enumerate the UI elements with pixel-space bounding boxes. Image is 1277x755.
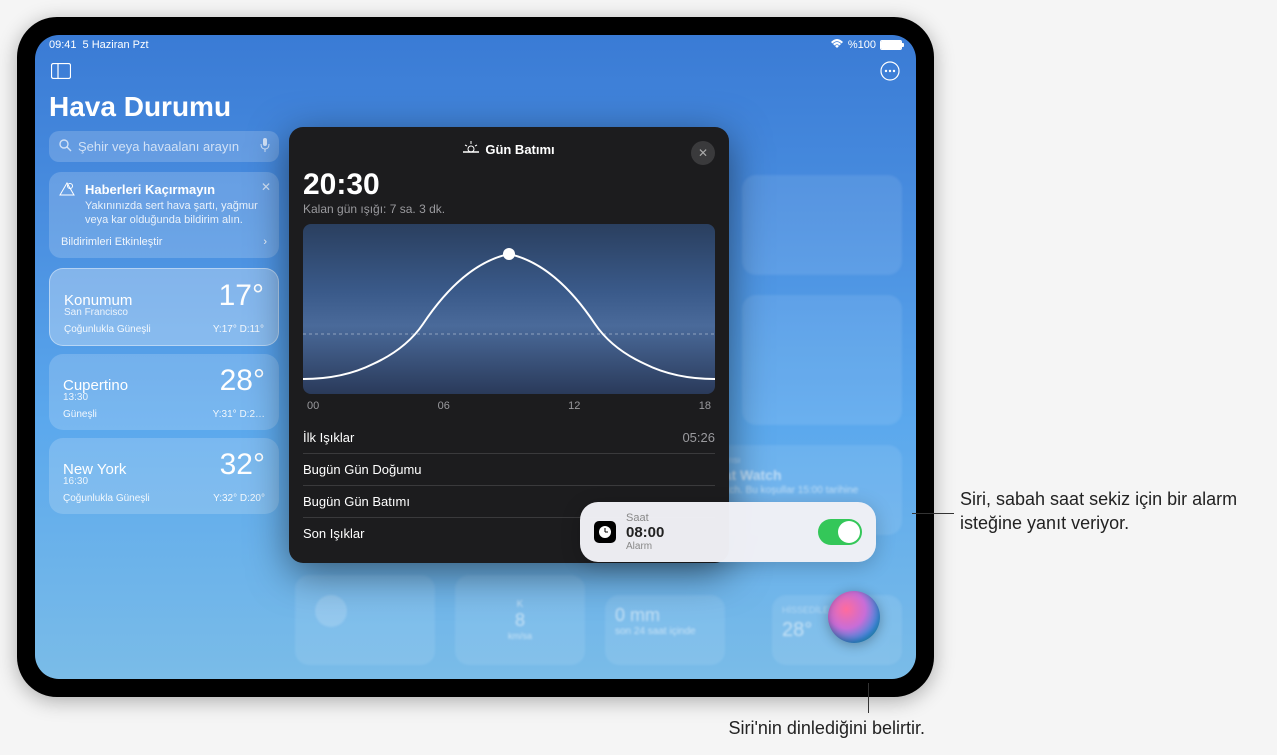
location-condition: Çoğunlukla Güneşli (63, 493, 150, 504)
screen: 09:41 5 Haziran Pzt %100 Hava Durumu (35, 35, 916, 679)
status-bar: 09:41 5 Haziran Pzt %100 (35, 35, 916, 55)
chart-widget (742, 295, 902, 425)
wind-widget: K 8 km/sa (455, 575, 585, 665)
search-bar[interactable] (49, 131, 279, 162)
news-body: Yakınınızda sert hava şartı, yağmur veya… (61, 199, 267, 228)
alarm-time: 08:00 (626, 524, 808, 541)
alarm-toggle[interactable] (818, 519, 862, 545)
location-sub: San Francisco (64, 307, 132, 318)
modal-title: Gün Batımı (463, 141, 554, 158)
precip-widget: 0 mm son 24 saat içinde (605, 595, 725, 665)
status-time: 09:41 (49, 39, 77, 51)
sunset-modal: Gün Batımı ✕ 20:30 Kalan gün ışığı: 7 sa… (289, 127, 729, 563)
location-range: Y:32° D:20° (213, 493, 265, 504)
location-temp: 17° (219, 279, 264, 313)
mic-icon[interactable] (260, 138, 270, 155)
location-card[interactable]: Cupertino 13:30 28° Güneşli Y:31° D:2… (49, 354, 279, 430)
close-icon[interactable]: ✕ (261, 180, 271, 194)
sunset-icon (463, 141, 479, 158)
siri-orb[interactable] (828, 591, 880, 643)
modal-close-button[interactable]: ✕ (691, 141, 715, 165)
search-input[interactable] (78, 139, 254, 154)
wifi-icon (830, 39, 844, 52)
news-title: Haberleri Kaçırmayın (61, 182, 267, 197)
location-condition: Güneşli (63, 409, 97, 420)
alarm-label: Alarm (626, 541, 808, 552)
status-date: 5 Haziran Pzt (83, 39, 149, 51)
info-row: Bugün Gün Doğumu (303, 454, 715, 486)
battery-text: %100 (848, 39, 876, 51)
location-sub: 13:30 (63, 392, 128, 403)
location-condition: Çoğunlukla Güneşli (64, 324, 151, 335)
siri-app-name: Saat (626, 512, 808, 524)
chart-x-labels: 00 06 12 18 (303, 398, 715, 422)
location-sub: 16:30 (63, 476, 126, 487)
info-row: İlk Işıklar 05:26 (303, 422, 715, 454)
location-temp: 28° (220, 364, 265, 398)
news-link[interactable]: Bildirimleri Etkinleştir › (61, 236, 267, 248)
clock-app-icon (594, 521, 616, 543)
sidebar: Hava Durumu ✕ Haberleri Kaçırmayın Yakın… (49, 91, 279, 522)
battery-icon (880, 40, 902, 50)
sunset-time: 20:30 (303, 168, 715, 202)
location-card[interactable]: Konumum San Francisco 17° Çoğunlukla Gün… (49, 268, 279, 346)
callout-line (868, 683, 869, 713)
sidebar-toggle-icon[interactable] (49, 59, 73, 83)
location-card[interactable]: New York 16:30 32° Çoğunlukla Güneşli Y:… (49, 438, 279, 514)
sun-curve-chart (303, 224, 715, 394)
location-range: Y:31° D:2… (213, 409, 265, 420)
chevron-right-icon: › (263, 236, 267, 248)
news-card[interactable]: ✕ Haberleri Kaçırmayın Yakınınızda sert … (49, 172, 279, 258)
more-icon[interactable] (878, 59, 902, 83)
moon-widget (295, 575, 435, 665)
toolbar (49, 59, 902, 83)
callout-siri: Siri'nin dinlediğini belirtir. (495, 716, 925, 740)
callout-line (912, 513, 954, 514)
location-temp: 32° (220, 448, 265, 482)
callout-alarm: Siri, sabah saat sekiz için bir alarm is… (960, 487, 1260, 536)
map-widget (742, 175, 902, 275)
search-icon (59, 139, 72, 155)
location-range: Y:17° D:11° (213, 324, 264, 335)
remaining-daylight: Kalan gün ışığı: 7 sa. 3 dk. (303, 202, 715, 216)
app-title: Hava Durumu (49, 91, 279, 123)
ipad-frame: 09:41 5 Haziran Pzt %100 Hava Durumu (17, 17, 934, 697)
siri-alarm-card[interactable]: Saat 08:00 Alarm (580, 502, 876, 562)
